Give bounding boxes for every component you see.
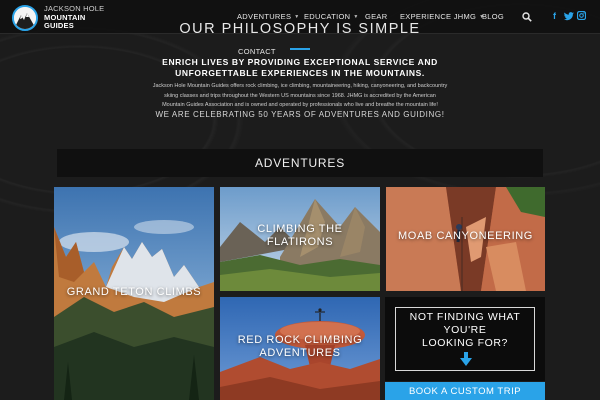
- paragraph-line-2: skiing classes and trips throughout the …: [164, 92, 436, 99]
- tile-grand-teton-climbs[interactable]: GRAND TETON CLIMBS: [54, 187, 214, 400]
- not-finding-line-3: LOOKING FOR?: [422, 337, 508, 349]
- tile-label: RED ROCK CLIMBING ADVENTURES: [220, 334, 380, 360]
- tile-label: CLIMBING THE FLATIRONS: [220, 223, 380, 249]
- paragraph-line-1: Jackson Hole Mountain Guides offers rock…: [152, 83, 448, 89]
- chevron-down-icon: ▼: [353, 13, 359, 20]
- tile-label-line-2: FLATIRONS: [266, 236, 334, 248]
- twitter-icon[interactable]: [564, 12, 574, 21]
- tile-red-rock-climbing-adventures[interactable]: RED ROCK CLIMBING ADVENTURES: [220, 297, 380, 400]
- not-finding-line-1: NOT FINDING WHAT: [409, 311, 521, 323]
- nav-item-label: EXPERIENCE JHMG: [400, 12, 477, 21]
- facebook-icon[interactable]: f: [553, 11, 556, 21]
- headline-line-2: UNFORGETTABLE EXPERIENCES IN THE MOUNTAI…: [175, 68, 425, 78]
- tile-label-line-1: CLIMBING THE: [257, 223, 343, 235]
- chevron-down-icon: ▼: [294, 13, 300, 20]
- arrow-down-icon: [460, 352, 472, 366]
- not-finding-line-2: YOU'RE: [443, 324, 487, 336]
- philosophy-title: OUR PHILOSOPHY IS SIMPLE: [179, 21, 421, 37]
- tile-climbing-the-flatirons[interactable]: CLIMBING THE FLATIRONS: [220, 187, 380, 291]
- nav-item-experience-jhmg[interactable]: EXPERIENCE JHMG ▼: [400, 12, 484, 21]
- nav-item-contact[interactable]: CONTACT: [238, 47, 276, 56]
- tile-label: MOAB CANYONEERING: [398, 230, 533, 242]
- instagram-icon[interactable]: [577, 11, 586, 20]
- nav-item-label: ADVENTURES: [237, 12, 292, 21]
- adventures-heading-bar: ADVENTURES: [57, 149, 543, 177]
- not-finding-text: NOT FINDING WHAT YOU'RE LOOKING FOR?: [396, 311, 534, 350]
- adventures-heading: ADVENTURES: [254, 156, 345, 170]
- nav-item-label: BLOG: [482, 12, 505, 21]
- nav-item-gear[interactable]: GEAR: [365, 12, 387, 21]
- title-accent-bar: [290, 48, 310, 50]
- tile-label: GRAND TETON CLIMBS: [66, 286, 202, 298]
- nav-item-education[interactable]: EDUCATION ▼: [304, 12, 359, 21]
- tile-label-line-1: RED ROCK CLIMBING: [237, 334, 363, 346]
- nav-item-adventures[interactable]: ADVENTURES ▼: [237, 12, 300, 21]
- not-finding-panel[interactable]: NOT FINDING WHAT YOU'RE LOOKING FOR?: [385, 297, 545, 381]
- nav-item-blog[interactable]: BLOG: [482, 12, 504, 21]
- philosophy-paragraph: Jackson Hole Mountain Guides offers rock…: [130, 82, 470, 111]
- nav-item-label: EDUCATION: [304, 12, 351, 21]
- anniversary-banner: WE ARE CELEBRATING 50 YEARS OF ADVENTURE…: [155, 110, 445, 119]
- tile-label-line-2: ADVENTURES: [259, 347, 341, 359]
- philosophy-headline: ENRICH LIVES BY PROVIDING EXCEPTIONAL SE…: [0, 57, 600, 79]
- tile-moab-canyoneering[interactable]: MOAB CANYONEERING: [386, 187, 545, 291]
- not-finding-box: NOT FINDING WHAT YOU'RE LOOKING FOR?: [395, 307, 535, 371]
- headline-line-1: ENRICH LIVES BY PROVIDING EXCEPTIONAL SE…: [162, 57, 438, 67]
- book-custom-trip-button[interactable]: BOOK A CUSTOM TRIP: [385, 382, 545, 400]
- nav-item-label: GEAR: [365, 12, 388, 21]
